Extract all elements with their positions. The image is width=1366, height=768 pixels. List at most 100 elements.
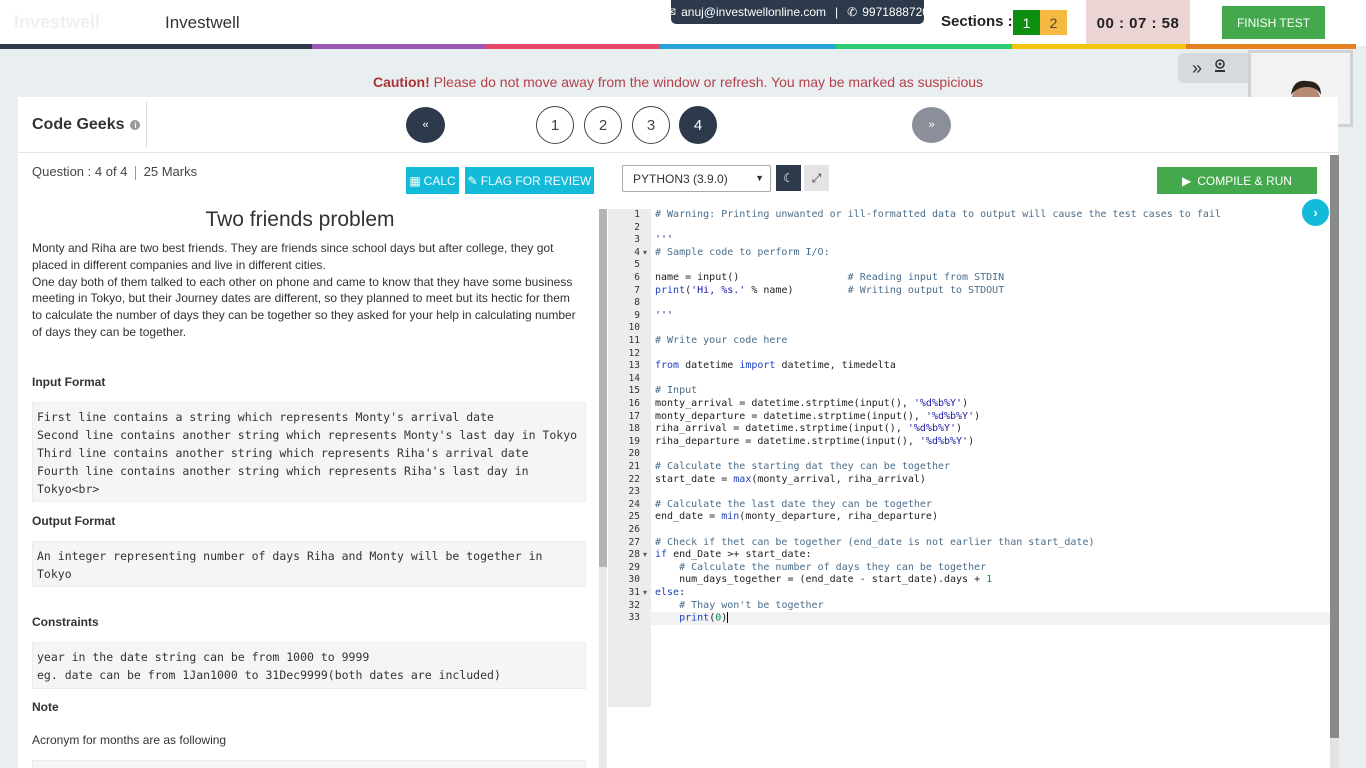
play-icon: ▶ — [1182, 173, 1192, 188]
collapse-icon[interactable]: » — [1192, 58, 1202, 79]
prev-question-button[interactable]: « — [406, 107, 445, 143]
question-marks: 25 Marks — [143, 164, 198, 179]
line-number: 10 — [628, 322, 640, 334]
code-line[interactable]: # Thay won't be together — [655, 600, 824, 611]
problem-scrollbar[interactable] — [599, 209, 607, 768]
question-2-button[interactable]: 2 — [584, 106, 622, 144]
section-title-text: Code Geeks — [32, 116, 125, 133]
line-number: 22 — [628, 473, 640, 485]
compile-run-button[interactable]: ▶ COMPILE & RUN — [1157, 167, 1317, 194]
code-line[interactable]: from datetime import datetime, timedelta — [655, 360, 896, 371]
line-number: 27 — [628, 536, 640, 548]
code-line[interactable]: riha_arrival = datetime.strptime(input()… — [655, 423, 962, 434]
fold-toggle-icon[interactable]: ▾ — [643, 588, 647, 597]
code-line[interactable]: end_date = min(monty_departure, riha_dep… — [655, 511, 938, 522]
scroll-thumb[interactable] — [599, 209, 607, 567]
code-line[interactable]: # Warning: Printing unwanted or ill-form… — [655, 209, 1221, 220]
color-strip-segment — [1186, 44, 1356, 49]
question-count: Question : 4 of 4 — [32, 164, 128, 179]
expand-icon: ⤢ — [811, 170, 822, 185]
code-line[interactable]: # Sample code to perform I/O: — [655, 247, 830, 258]
line-number: 18 — [628, 423, 640, 435]
problem-description: Monty and Riha are two best friends. The… — [32, 241, 576, 339]
note-box — [32, 760, 586, 768]
section-1-button[interactable]: 1 — [1013, 10, 1040, 35]
constraints-heading: Constraints — [32, 615, 99, 629]
calc-label: CALC — [423, 173, 456, 188]
note-text: Acronym for months are as following — [32, 733, 227, 747]
dark-mode-toggle[interactable]: ☾ — [776, 165, 801, 191]
input-format-box: First line contains a string which repre… — [32, 402, 586, 502]
line-number: 9 — [634, 309, 640, 321]
code-line[interactable]: # Calculate the number of days they can … — [655, 562, 986, 573]
code-line[interactable]: monty_arrival = datetime.strptime(input(… — [655, 398, 968, 409]
color-strip-segment — [660, 44, 836, 49]
fullscreen-button[interactable]: ⤢ — [804, 165, 829, 191]
active-line-highlight — [651, 612, 1330, 625]
problem-title: Two friends problem — [205, 208, 395, 231]
code-line[interactable]: # Calculate the starting dat they can be… — [655, 461, 950, 472]
divider — [146, 101, 147, 148]
line-number: 7 — [634, 284, 640, 296]
chevron-right-icon: › — [1313, 205, 1318, 220]
question-4-button[interactable]: 4 — [679, 106, 717, 144]
color-strip-segment — [486, 44, 660, 49]
line-number: 21 — [628, 461, 640, 472]
code-line[interactable]: print('Hi, %s.' % name) # Writing output… — [655, 285, 1004, 296]
code-line[interactable]: riha_departure = datetime.strptime(input… — [655, 436, 974, 447]
line-number: 12 — [628, 347, 640, 359]
webcam-icon[interactable] — [1212, 58, 1228, 79]
line-number: 4 — [634, 246, 640, 258]
color-strip-segment — [312, 44, 486, 49]
caution-message: Caution! Please do not move away from th… — [0, 74, 1356, 90]
info-icon[interactable]: i — [130, 120, 141, 130]
code-line[interactable]: name = input() # Reading input from STDI… — [655, 272, 1004, 283]
finish-test-button[interactable]: FINISH TEST — [1222, 6, 1325, 39]
flag-for-review-button[interactable]: ✎ FLAG FOR REVIEW — [465, 167, 594, 194]
line-number: 2 — [634, 221, 640, 233]
question-header — [18, 97, 1338, 153]
line-number: 5 — [634, 259, 640, 271]
compile-label: COMPILE & RUN — [1197, 173, 1292, 188]
contact-bar: ✉ anuj@investwellonline.com | ✆ 99718887… — [666, 0, 929, 24]
code-line[interactable]: ''' — [655, 234, 673, 245]
caution-text: Please do not move away from the window … — [433, 74, 984, 90]
line-number: 24 — [628, 498, 640, 510]
code-line[interactable]: # Calculate the last date they can be to… — [655, 499, 932, 510]
countdown-timer: 00 : 07 : 58 — [1086, 0, 1190, 46]
question-1-button[interactable]: 1 — [536, 106, 574, 144]
line-number: 33 — [628, 612, 640, 624]
section-2-button[interactable]: 2 — [1040, 10, 1067, 35]
code-line[interactable]: ''' — [655, 310, 673, 321]
line-number: 13 — [628, 360, 640, 372]
code-line[interactable]: # Input — [655, 385, 697, 396]
code-line[interactable]: monty_departure = datetime.strptime(inpu… — [655, 411, 980, 422]
text-cursor — [727, 612, 729, 624]
next-question-button[interactable]: » — [912, 107, 951, 143]
code-line[interactable]: # Check if thet can be together (end_dat… — [655, 537, 1095, 548]
code-line[interactable]: num_days_together = (end_date - start_da… — [655, 574, 992, 585]
code-line[interactable]: # Write your code here — [655, 335, 787, 346]
constraints-box: year in the date string can be from 1000… — [32, 642, 586, 689]
page-scrollbar[interactable] — [1330, 155, 1339, 738]
contact-email: anuj@investwellonline.com — [681, 5, 827, 19]
calc-button[interactable]: ▦ CALC — [406, 167, 459, 194]
pin-icon: ✎ — [467, 173, 478, 188]
code-line[interactable]: if end_Date >+ start_date: — [655, 549, 812, 560]
line-number: 32 — [628, 599, 640, 611]
language-select[interactable]: PYTHON3 (3.9.0) ▼ — [622, 165, 771, 192]
expand-panel-button[interactable]: › — [1302, 199, 1329, 226]
color-strip-segment — [836, 44, 1012, 49]
code-line[interactable]: start_date = max(monty_arrival, riha_arr… — [655, 474, 926, 485]
line-number: 15 — [628, 385, 640, 397]
note-heading: Note — [32, 700, 59, 714]
code-line[interactable]: else: — [655, 587, 685, 598]
question-3-button[interactable]: 3 — [632, 106, 670, 144]
fold-toggle-icon[interactable]: ▾ — [643, 248, 647, 257]
output-format-box: An integer representing number of days R… — [32, 541, 586, 587]
fold-toggle-icon[interactable]: ▾ — [643, 550, 647, 559]
webcam-controls: » — [1178, 53, 1252, 83]
line-number: 23 — [628, 486, 640, 498]
code-line[interactable]: print(0) — [655, 612, 729, 624]
phone-icon: ✆ — [847, 5, 858, 19]
